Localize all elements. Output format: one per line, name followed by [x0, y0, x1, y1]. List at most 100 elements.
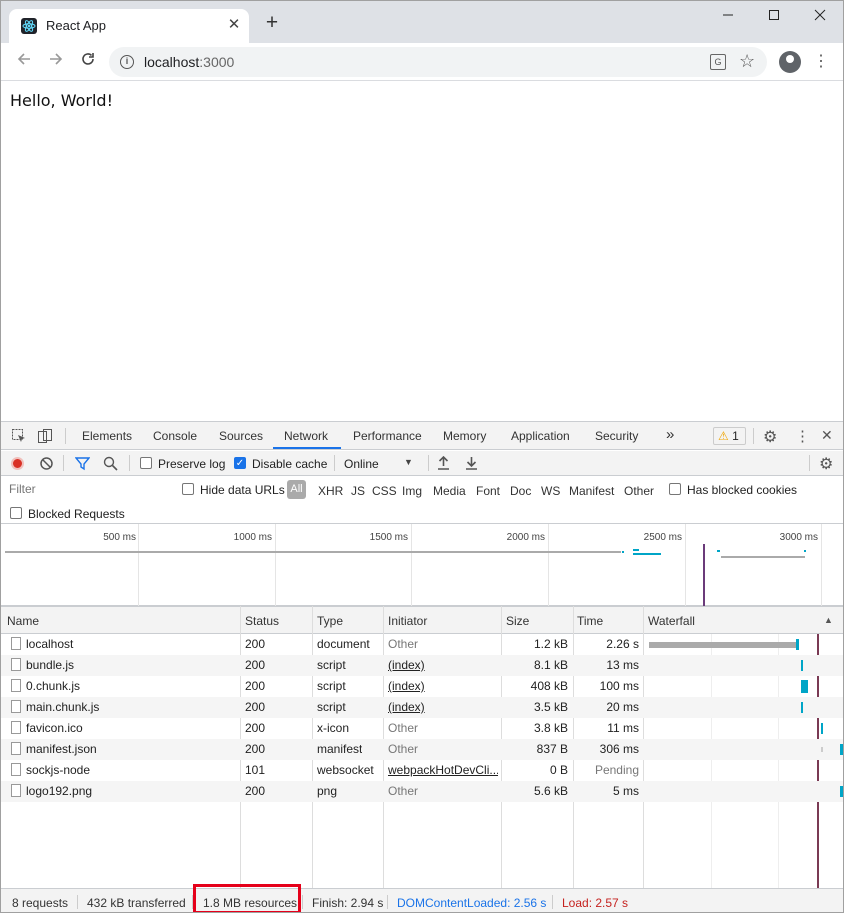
request-initiator: Other [388, 721, 419, 735]
new-tab-button[interactable]: + [261, 12, 283, 35]
overview-gridline [821, 524, 822, 606]
waterfall-bar [801, 702, 803, 713]
import-har-icon[interactable] [437, 455, 450, 474]
filter-type-manifest[interactable]: Manifest [569, 484, 614, 498]
tab-elements[interactable]: Elements [82, 429, 132, 443]
back-arrow-icon[interactable] [13, 51, 35, 73]
table-row[interactable]: 0.chunk.js 200 script (index) 408 kB 100… [1, 676, 843, 697]
waterfall-bar [821, 747, 823, 752]
request-status: 101 [245, 763, 266, 777]
blocked-requests-checkbox[interactable] [10, 507, 22, 519]
address-bar[interactable]: i localhost:3000 G ☆ [109, 47, 767, 77]
waterfall-bar [801, 660, 803, 671]
table-row[interactable]: sockjs-node 101 websocket webpackHotDevC… [1, 760, 843, 781]
warnings-badge[interactable]: ⚠ 1 [713, 427, 746, 445]
tab-performance[interactable]: Performance [353, 429, 422, 443]
filter-type-ws[interactable]: WS [541, 484, 560, 498]
filter-type-img[interactable]: Img [402, 484, 422, 498]
tab-application[interactable]: Application [511, 429, 570, 443]
column-header-time[interactable]: Time [577, 614, 603, 628]
request-size: 408 kB [530, 679, 568, 693]
status-dom-content-loaded: DOMContentLoaded: 2.56 s [397, 896, 547, 910]
throttling-select[interactable]: Online ▼ [344, 457, 420, 471]
column-header-initiator[interactable]: Initiator [388, 614, 427, 628]
table-row[interactable]: manifest.json 200 manifest Other 837 B 3… [1, 739, 843, 760]
tab-network[interactable]: Network [284, 429, 328, 443]
page-viewport: Hello, World! [1, 81, 843, 421]
browser-menu-icon[interactable]: ⋮ [813, 51, 829, 73]
export-har-icon[interactable] [465, 456, 478, 474]
overview-load-marker [703, 544, 705, 606]
request-initiator-link[interactable]: (index) [388, 658, 498, 672]
device-toolbar-icon[interactable] [37, 428, 53, 447]
bookmark-star-icon[interactable]: ☆ [739, 51, 755, 72]
search-icon[interactable] [103, 456, 118, 474]
request-time: 2.26 s [606, 637, 639, 651]
forward-arrow-icon[interactable] [45, 51, 67, 73]
overview-bar-document [5, 551, 621, 553]
filter-type-other[interactable]: Other [624, 484, 654, 498]
chevron-down-icon: ▼ [404, 457, 413, 467]
waterfall-bar [821, 723, 823, 734]
table-row[interactable]: localhost 200 document Other 1.2 kB 2.26… [1, 634, 843, 655]
filter-type-doc[interactable]: Doc [510, 484, 531, 498]
close-devtools-icon[interactable]: ✕ [821, 427, 833, 444]
request-initiator-link[interactable]: webpackHotDevCli... [388, 763, 498, 777]
settings-gear-icon[interactable]: ⚙ [763, 427, 777, 447]
table-row[interactable]: favicon.ico 200 x-icon Other 3.8 kB 11 m… [1, 718, 843, 739]
overview-tick-label: 1500 ms [369, 532, 408, 543]
reload-icon[interactable] [77, 51, 99, 73]
translate-icon[interactable]: G [710, 54, 726, 70]
close-window-button[interactable] [805, 5, 835, 27]
request-size: 3.8 kB [533, 721, 568, 735]
table-row[interactable]: main.chunk.js 200 script (index) 3.5 kB … [1, 697, 843, 718]
status-divider [77, 895, 78, 909]
filter-type-css[interactable]: CSS [372, 484, 397, 498]
page-text: Hello, World! [10, 91, 113, 110]
filter-funnel-icon[interactable] [74, 456, 91, 474]
filter-type-js[interactable]: JS [351, 484, 365, 498]
column-header-status[interactable]: Status [245, 614, 279, 628]
warning-count: 1 [732, 429, 739, 443]
tab-console[interactable]: Console [153, 429, 197, 443]
filter-type-all[interactable]: All [287, 480, 306, 499]
url-text[interactable]: localhost:3000 [144, 54, 234, 70]
tab-sources[interactable]: Sources [219, 429, 263, 443]
inspect-element-icon[interactable] [11, 428, 27, 447]
has-blocked-cookies-checkbox[interactable] [669, 483, 681, 495]
column-header-size[interactable]: Size [506, 614, 529, 628]
overview-bar-script [633, 549, 639, 551]
site-info-icon[interactable]: i [120, 55, 134, 69]
filter-type-font[interactable]: Font [476, 484, 500, 498]
toolbar-divider [809, 455, 810, 471]
request-initiator-link[interactable]: (index) [388, 679, 498, 693]
profile-avatar-icon[interactable] [779, 51, 801, 73]
network-overview-timeline[interactable]: 500 ms 1000 ms 1500 ms 2000 ms 2500 ms 3… [1, 524, 843, 606]
column-header-waterfall[interactable]: Waterfall [648, 614, 695, 628]
browser-tab[interactable]: React App ✕ [9, 9, 249, 43]
disable-cache-checkbox[interactable]: ✓ [234, 457, 246, 469]
minimize-button[interactable] [713, 5, 743, 27]
maximize-button[interactable] [759, 5, 789, 27]
table-row[interactable]: logo192.png 200 png Other 5.6 kB 5 ms [1, 781, 843, 802]
column-header-type[interactable]: Type [317, 614, 343, 628]
column-header-name[interactable]: Name [7, 614, 39, 628]
request-name: manifest.json [26, 742, 97, 756]
hide-data-urls-checkbox[interactable] [182, 483, 194, 495]
request-status: 200 [245, 784, 266, 798]
record-icon[interactable] [11, 457, 24, 470]
filter-type-xhr[interactable]: XHR [318, 484, 343, 498]
request-initiator-link[interactable]: (index) [388, 700, 498, 714]
tab-memory[interactable]: Memory [443, 429, 486, 443]
clear-icon[interactable] [39, 456, 54, 474]
tab-close-icon[interactable]: ✕ [225, 16, 243, 34]
devtools-menu-icon[interactable]: ⋮ [795, 427, 810, 445]
preserve-log-checkbox[interactable] [140, 457, 152, 469]
more-tabs-icon[interactable]: » [666, 426, 674, 443]
filter-type-media[interactable]: Media [433, 484, 466, 498]
sort-ascending-icon[interactable]: ▲ [824, 615, 833, 625]
tab-security[interactable]: Security [595, 429, 638, 443]
filter-input[interactable] [5, 480, 169, 498]
table-row[interactable]: bundle.js 200 script (index) 8.1 kB 13 m… [1, 655, 843, 676]
network-settings-gear-icon[interactable]: ⚙ [819, 454, 833, 474]
